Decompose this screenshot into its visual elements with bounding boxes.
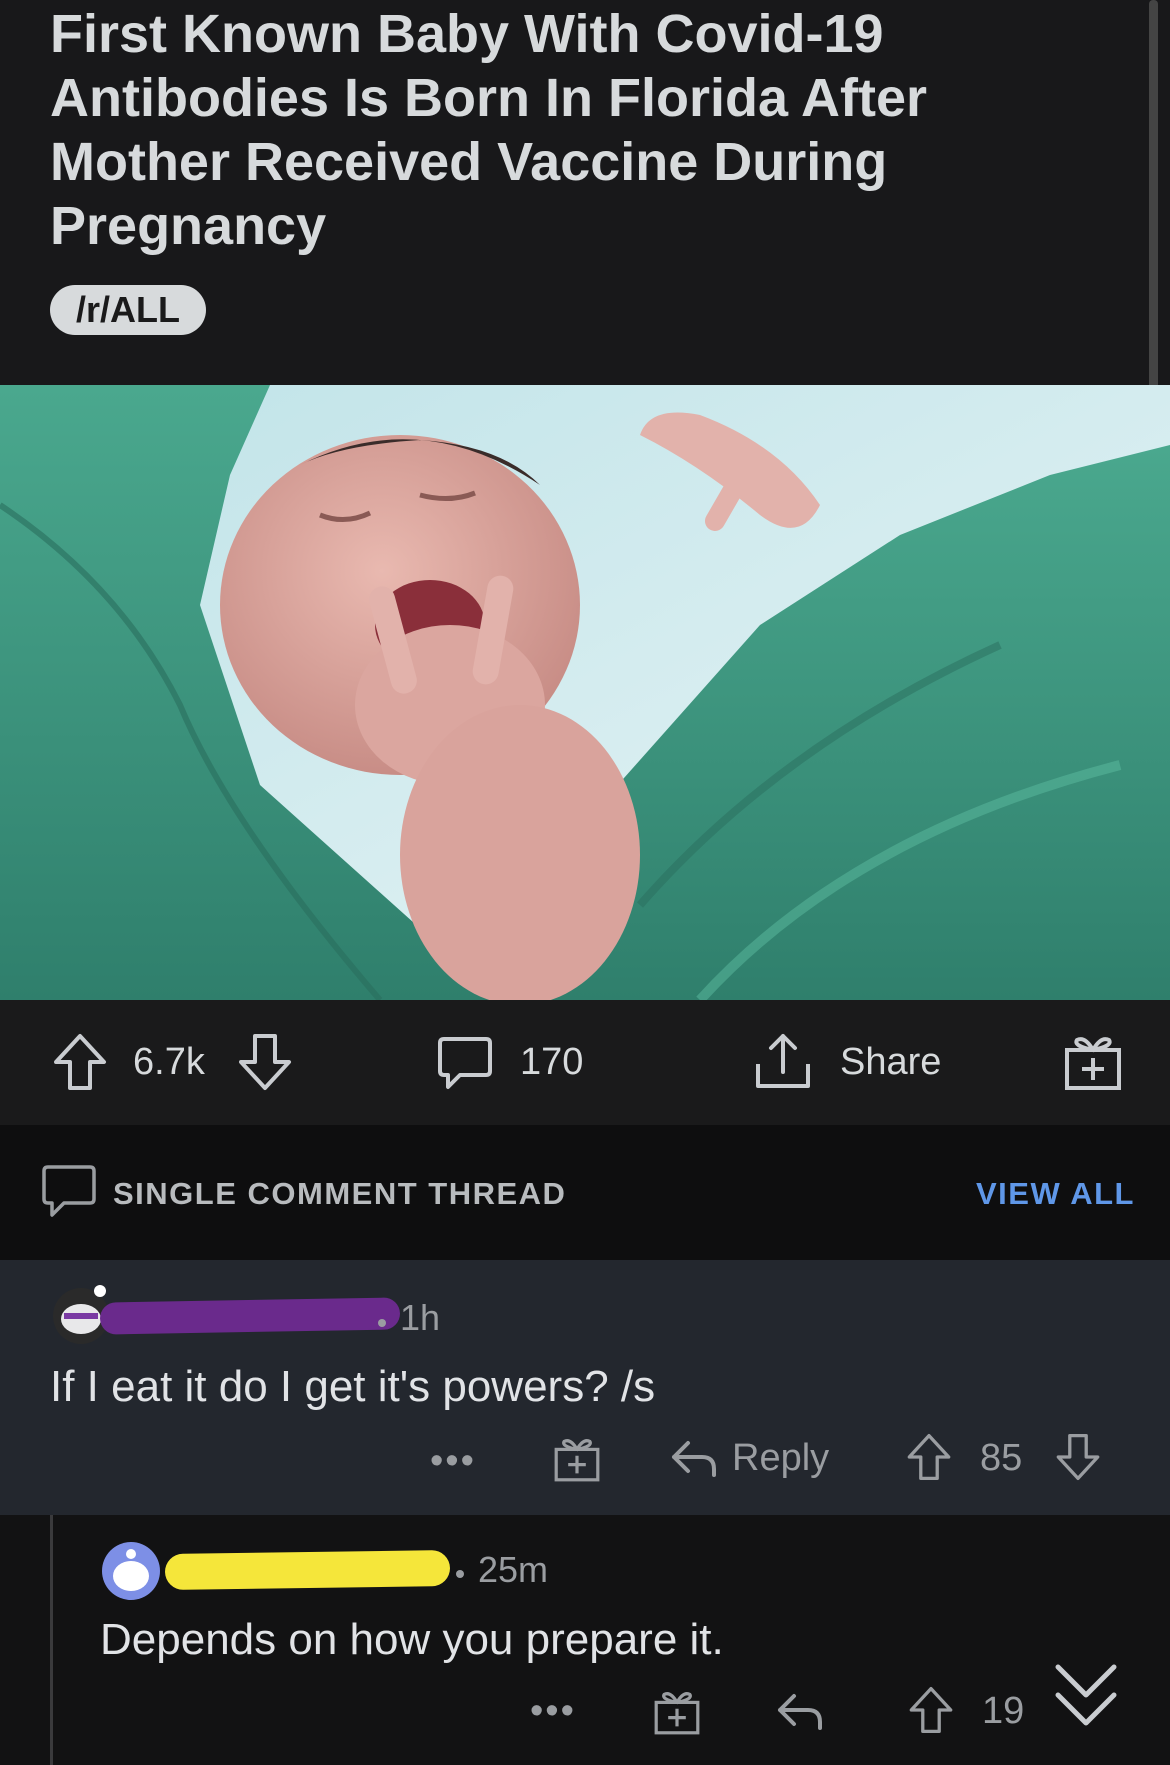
more-options-icon[interactable]: ••• [430,1440,476,1483]
separator-dot [378,1319,386,1327]
comments-icon[interactable] [436,1035,494,1091]
reply-button[interactable]: Reply [732,1437,829,1480]
view-all-button[interactable]: VIEW ALL [976,1176,1135,1212]
upvote-icon[interactable] [906,1432,952,1482]
redacted-username [99,1297,401,1335]
more-options-icon[interactable]: ••• [530,1690,576,1733]
comment-bubble-icon [40,1163,98,1221]
share-button[interactable]: Share [840,1041,941,1083]
downvote-icon[interactable] [1055,1432,1101,1482]
comment-score: 19 [982,1690,1025,1732]
redacted-username [164,1550,451,1590]
comment-text: If I eat it do I get it's powers? /s [50,1362,656,1411]
share-icon[interactable] [752,1030,814,1092]
award-icon[interactable] [1063,1032,1123,1092]
comment-score: 85 [980,1437,1023,1479]
reply-icon[interactable] [670,1437,718,1479]
post-title[interactable]: First Known Baby With Covid-19 Antibodie… [50,2,950,258]
upvote-icon[interactable] [52,1032,108,1092]
post-score: 6.7k [133,1041,205,1083]
thread-line[interactable] [50,1515,53,1765]
upvote-icon[interactable] [908,1685,954,1735]
reply-icon[interactable] [776,1690,824,1732]
award-icon[interactable] [553,1435,601,1483]
separator-dot [456,1570,464,1578]
subreddit-tag[interactable]: /r/ALL [50,285,206,335]
downvote-icon[interactable] [237,1032,293,1092]
award-icon[interactable] [653,1688,701,1736]
collapse-chevron-icon[interactable] [1050,1655,1122,1735]
comment-text: Depends on how you prepare it. [100,1615,724,1664]
comment-time: 25m [478,1549,549,1590]
post-image[interactable] [0,385,1170,1000]
comment-count[interactable]: 170 [520,1041,583,1083]
newborn-photo [0,385,1170,1000]
comment-time: 1h [400,1297,441,1338]
avatar[interactable] [100,1540,162,1602]
thread-label: SINGLE COMMENT THREAD [113,1176,567,1211]
